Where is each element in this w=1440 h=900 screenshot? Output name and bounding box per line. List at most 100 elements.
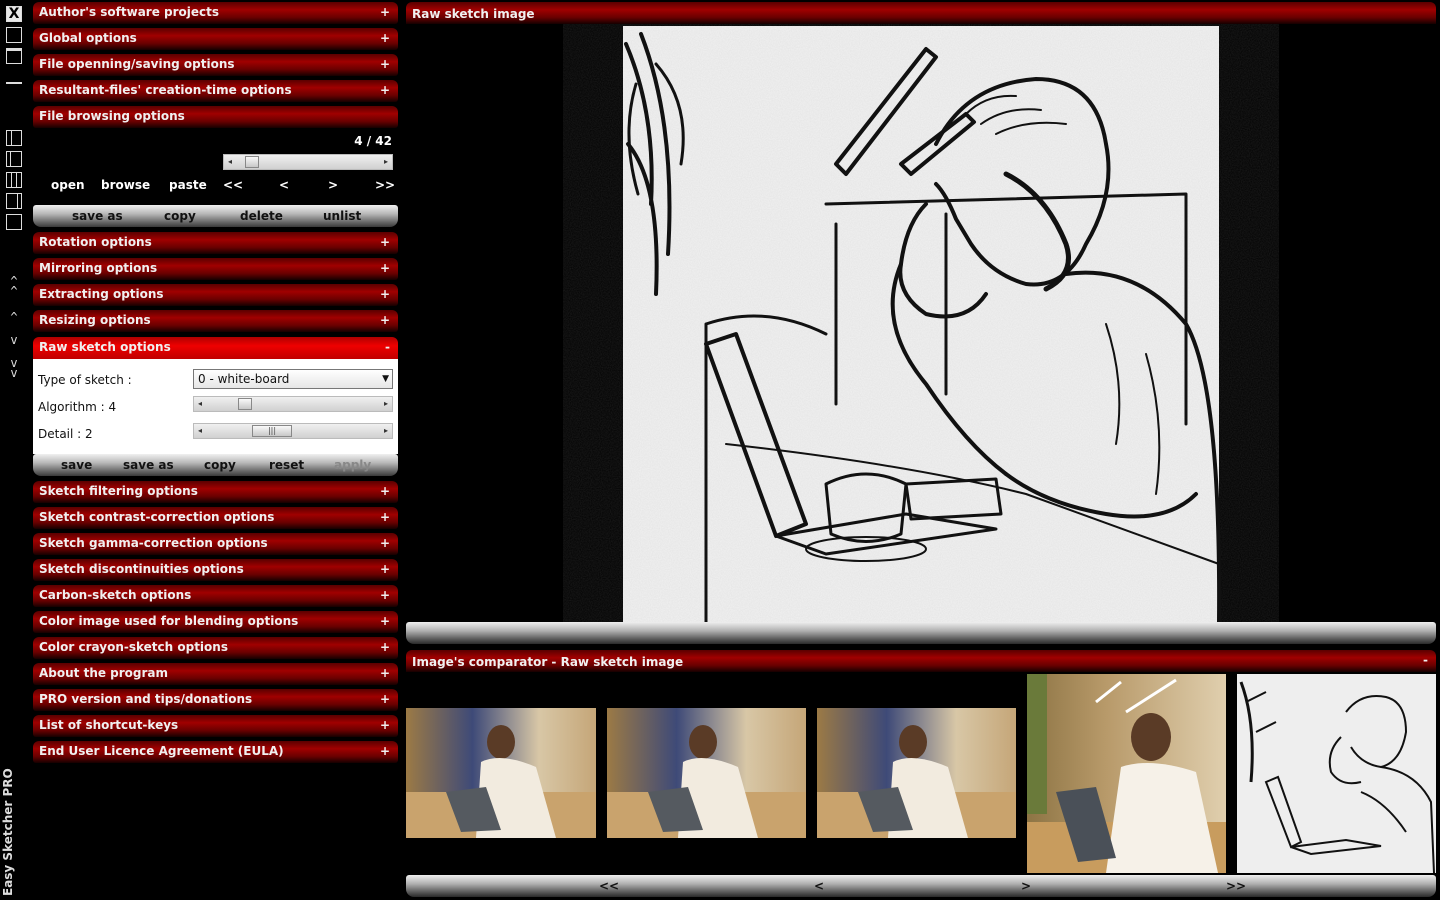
next-file-button[interactable]: >	[328, 178, 338, 192]
maximize-icon[interactable]	[6, 27, 22, 43]
thumbnail-3[interactable]	[817, 708, 1016, 838]
apply-button[interactable]: apply	[334, 458, 371, 472]
layout-single-icon[interactable]	[6, 214, 22, 230]
panel-crayon-sketch[interactable]: Color crayon-sketch options +	[33, 637, 398, 659]
raw-sketch-actions-bar: save save as copy reset apply	[33, 454, 398, 476]
panel-label: Author's software projects	[39, 5, 220, 19]
next-comparison-button[interactable]: >	[1021, 879, 1031, 893]
sketch-type-select[interactable]: 0 - white-board ▼	[193, 369, 393, 389]
expand-icon: +	[379, 287, 390, 301]
panel-file-opening-saving[interactable]: File openning/saving options +	[33, 54, 398, 76]
expand-icon: +	[379, 692, 390, 706]
expand-icon: +	[379, 313, 390, 327]
panel-raw-sketch[interactable]: Raw sketch options -	[33, 337, 398, 359]
expand-icon: +	[379, 235, 390, 249]
detail-slider[interactable]: ◂ ||| ▸	[193, 423, 393, 439]
panel-global-options[interactable]: Global options +	[33, 28, 398, 50]
panel-label: Rotation options	[39, 235, 152, 249]
main-view[interactable]	[406, 24, 1436, 622]
panel-gamma-correction[interactable]: Sketch gamma-correction options +	[33, 533, 398, 555]
reset-button[interactable]: reset	[269, 458, 304, 472]
close-icon[interactable]: X	[6, 6, 22, 22]
arrow-left-icon[interactable]: ◂	[224, 155, 236, 169]
first-file-button[interactable]: <<	[223, 178, 243, 192]
panel-label: End User Licence Agreement (EULA)	[39, 744, 284, 758]
comparator-view	[406, 672, 1436, 875]
paste-button[interactable]: paste	[169, 178, 207, 192]
unlist-button[interactable]: unlist	[323, 209, 361, 223]
panel-label: Sketch discontinuities options	[39, 562, 244, 576]
panel-color-blending[interactable]: Color image used for blending options +	[33, 611, 398, 633]
minimize-icon[interactable]	[6, 82, 22, 84]
panel-eula[interactable]: End User Licence Agreement (EULA) +	[33, 741, 398, 763]
arrow-left-icon[interactable]: ◂	[194, 424, 206, 438]
prev-comparison-button[interactable]: <	[814, 879, 824, 893]
main-view-header: Raw sketch image	[406, 2, 1436, 24]
panel-pro-version[interactable]: PRO version and tips/donations +	[33, 689, 398, 711]
app-title: Easy Sketcher PRO	[1, 768, 15, 896]
panel-label: Sketch contrast-correction options	[39, 510, 275, 524]
browse-button[interactable]: browse	[101, 178, 150, 192]
panel-mirroring[interactable]: Mirroring options +	[33, 258, 398, 280]
expand-icon: +	[379, 536, 390, 550]
save-as-button[interactable]: save as	[72, 209, 123, 223]
slider-thumb[interactable]: |||	[252, 425, 292, 437]
panel-authors-projects[interactable]: Author's software projects +	[33, 2, 398, 24]
layout-two-column-icon[interactable]	[6, 130, 22, 146]
copy-button[interactable]: copy	[164, 209, 196, 223]
first-comparison-button[interactable]: <<	[599, 879, 619, 893]
panel-extracting[interactable]: Extracting options +	[33, 284, 398, 306]
copy-button[interactable]: copy	[204, 458, 236, 472]
save-as-button[interactable]: save as	[123, 458, 174, 472]
panel-label: About the program	[39, 666, 169, 680]
expand-icon: +	[379, 57, 390, 71]
layout-right-column-icon[interactable]	[6, 193, 22, 209]
thumbnail-1[interactable]	[406, 708, 596, 838]
last-file-button[interactable]: >>	[375, 178, 395, 192]
panel-rotation[interactable]: Rotation options +	[33, 232, 398, 254]
comparator-nav-bar: << < > >>	[406, 875, 1436, 897]
save-button[interactable]: save	[61, 458, 92, 472]
panel-discontinuities[interactable]: Sketch discontinuities options +	[33, 559, 398, 581]
delete-button[interactable]: delete	[240, 209, 283, 223]
panel-label: Mirroring options	[39, 261, 158, 275]
last-comparison-button[interactable]: >>	[1226, 879, 1246, 893]
slider-thumb[interactable]	[245, 156, 260, 168]
arrow-left-icon[interactable]: ◂	[194, 397, 206, 411]
scroll-down-icon[interactable]: v	[7, 334, 21, 346]
panel-label: Carbon-sketch options	[39, 588, 192, 602]
panel-label: Extracting options	[39, 287, 164, 301]
panel-sketch-filtering[interactable]: Sketch filtering options +	[33, 481, 398, 503]
thumbnail-4[interactable]	[1027, 674, 1226, 873]
collapse-icon[interactable]: -	[1423, 648, 1428, 672]
arrow-right-icon[interactable]: ▸	[380, 424, 392, 438]
panel-resultant-files[interactable]: Resultant-files' creation-time options +	[33, 80, 398, 102]
thumbnail-2[interactable]	[607, 708, 806, 838]
arrow-right-icon[interactable]: ▸	[380, 397, 392, 411]
main-view-title: Raw sketch image	[412, 7, 535, 21]
scroll-bottom-icon[interactable]: vv	[7, 357, 21, 379]
scroll-up-icon[interactable]: ^	[7, 311, 21, 323]
panel-label: Sketch filtering options	[39, 484, 198, 498]
panel-contrast-correction[interactable]: Sketch contrast-correction options +	[33, 507, 398, 529]
comparator-thumbnails	[406, 674, 1436, 874]
thumbnail-5[interactable]	[1237, 674, 1436, 874]
expand-icon: +	[379, 31, 390, 45]
restore-icon[interactable]	[6, 48, 22, 64]
arrow-right-icon[interactable]: ▸	[380, 155, 392, 169]
panel-shortcut-keys[interactable]: List of shortcut-keys +	[33, 715, 398, 737]
main-view-status-bar	[406, 622, 1436, 644]
panel-carbon-sketch[interactable]: Carbon-sketch options +	[33, 585, 398, 607]
file-position-slider[interactable]: ◂ ▸	[223, 154, 393, 170]
layout-left-column-icon[interactable]	[6, 151, 22, 167]
algorithm-slider[interactable]: ◂ ▸	[193, 396, 393, 412]
sketch-image	[623, 26, 1222, 622]
layout-three-column-icon[interactable]	[6, 172, 22, 188]
panel-about[interactable]: About the program +	[33, 663, 398, 685]
panel-resizing[interactable]: Resizing options +	[33, 310, 398, 332]
prev-file-button[interactable]: <	[279, 178, 289, 192]
scroll-top-icon[interactable]: ^ ^	[7, 275, 21, 297]
open-button[interactable]: open	[51, 178, 85, 192]
slider-thumb[interactable]	[238, 398, 252, 410]
panel-file-browsing[interactable]: File browsing options	[33, 106, 398, 128]
